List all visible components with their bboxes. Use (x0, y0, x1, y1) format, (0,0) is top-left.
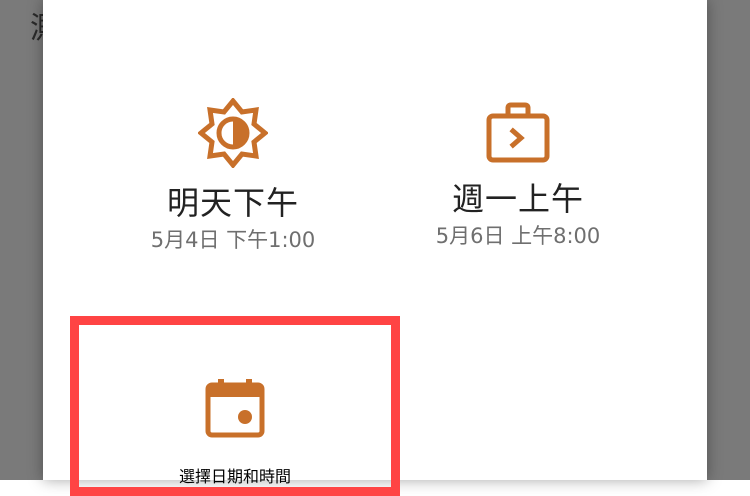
option-pick-date-time[interactable]: 選擇日期和時間 (70, 316, 400, 496)
option-subtitle: 5月4日 下午1:00 (150, 228, 316, 253)
briefcase-arrow-icon (486, 102, 550, 163)
option-tomorrow-afternoon[interactable]: 明天下午 5月4日 下午1:00 (103, 98, 363, 254)
option-title: 週一上午 (451, 180, 584, 218)
calendar-event-icon (205, 379, 265, 438)
option-subtitle: 5月6日 上午8:00 (435, 224, 601, 249)
option-monday-morning[interactable]: 週一上午 5月6日 上午8:00 (388, 102, 648, 250)
option-title: 選擇日期和時間 (178, 467, 291, 486)
snooze-dialog: 明天下午 5月4日 下午1:00 週一上午 5月6日 上午8:00 選擇日期和時… (43, 0, 707, 496)
brightness-sun-icon (198, 98, 268, 168)
option-title: 明天下午 (166, 184, 299, 222)
